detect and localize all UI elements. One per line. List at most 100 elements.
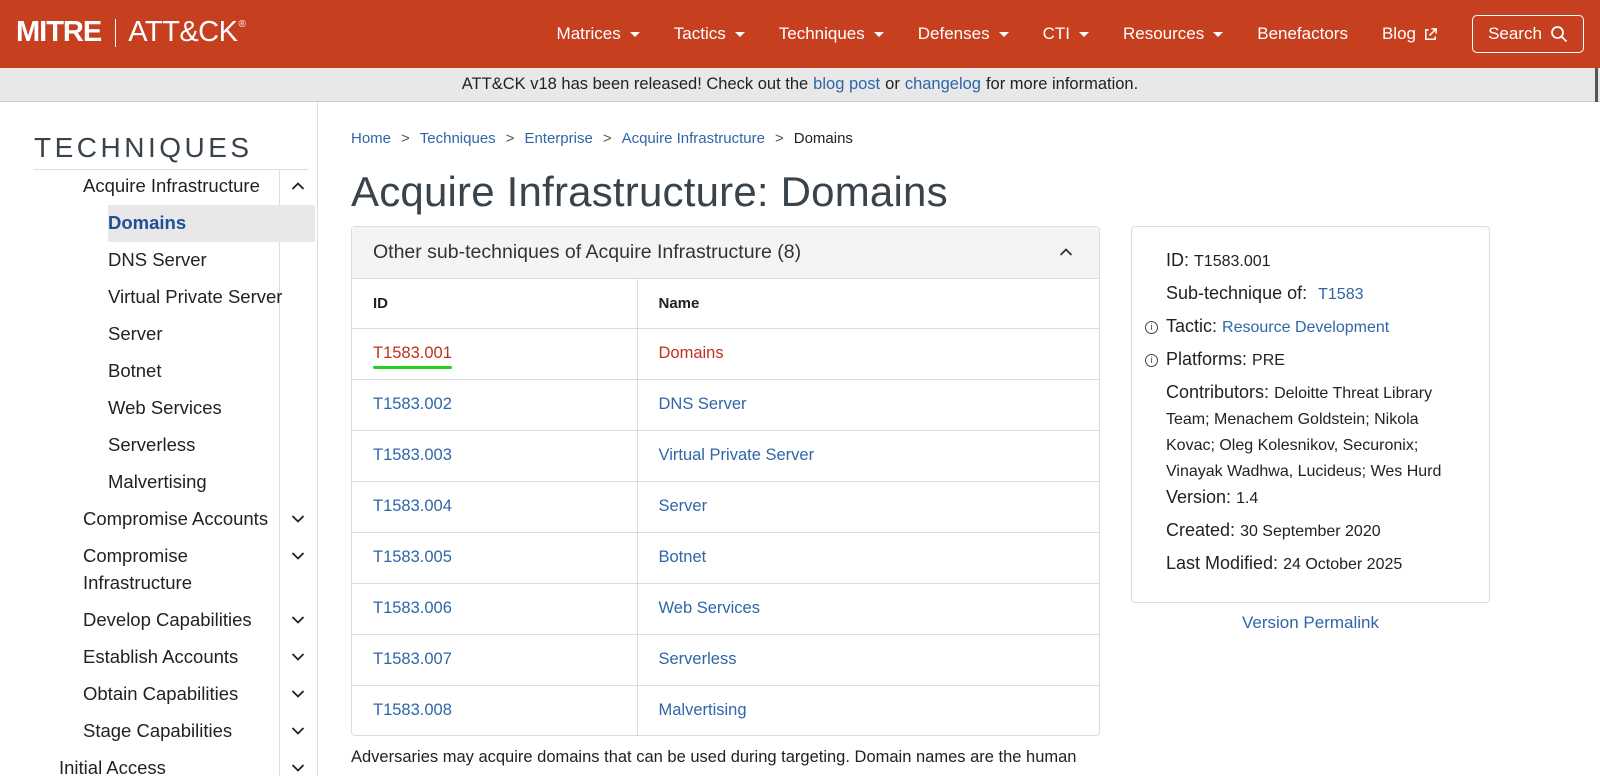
banner-text-prefix: ATT&CK v18 has been released! Check out … bbox=[461, 75, 809, 93]
subtechnique-id-link[interactable]: T1583.004 bbox=[373, 497, 452, 515]
caret-down-icon bbox=[1078, 31, 1089, 37]
banner-text-middle: or bbox=[885, 75, 900, 93]
info-id-label: ID: bbox=[1166, 250, 1190, 270]
subtechnique-name-link[interactable]: Serverless bbox=[659, 650, 737, 668]
logo-attck: ATT&CK bbox=[128, 16, 238, 48]
subtechnique-name-link[interactable]: DNS Server bbox=[659, 395, 747, 413]
logo-mitre: MITRE bbox=[16, 16, 102, 48]
chevron-down-icon[interactable] bbox=[291, 551, 305, 561]
nav-cti[interactable]: CTI bbox=[1043, 24, 1089, 44]
subtechnique-id-link[interactable]: T1583.007 bbox=[373, 650, 452, 668]
table-row: T1583.007 Serverless bbox=[352, 634, 1099, 686]
sidebar-subitem-server[interactable]: Server bbox=[108, 320, 163, 347]
chevron-up-icon[interactable] bbox=[1059, 247, 1073, 257]
sidebar-divider bbox=[34, 169, 308, 170]
sidebar-item-stage-capabilities[interactable]: Stage Capabilities bbox=[83, 717, 232, 744]
subtechnique-name-link[interactable]: Web Services bbox=[659, 599, 760, 617]
sidebar-subitem-domains[interactable]: Domains bbox=[108, 209, 186, 236]
cell-name: Server bbox=[637, 481, 1099, 533]
cell-name: Virtual Private Server bbox=[637, 430, 1099, 482]
subtechnique-name-link[interactable]: Malvertising bbox=[659, 701, 747, 719]
info-modified-label: Last Modified: bbox=[1166, 553, 1279, 573]
breadcrumb-separator: > bbox=[505, 130, 515, 147]
version-permalink-container: Version Permalink bbox=[1131, 613, 1490, 633]
breadcrumb-acquire-infrastructure[interactable]: Acquire Infrastructure bbox=[622, 130, 765, 147]
chevron-down-icon[interactable] bbox=[291, 615, 305, 625]
breadcrumb-enterprise[interactable]: Enterprise bbox=[524, 130, 592, 147]
chevron-down-icon[interactable] bbox=[291, 763, 305, 773]
sidebar-item-initial-access[interactable]: Initial Access bbox=[59, 754, 166, 776]
sidebar-item-compromise-infrastructure[interactable]: Compromise Infrastructure bbox=[83, 542, 192, 596]
nav-tactics[interactable]: Tactics bbox=[674, 24, 745, 44]
banner-changelog-link[interactable]: changelog bbox=[905, 75, 981, 94]
nav-label: Blog bbox=[1381, 24, 1416, 43]
breadcrumb-techniques[interactable]: Techniques bbox=[420, 130, 496, 147]
subtechnique-id-link[interactable]: T1583.002 bbox=[373, 395, 452, 413]
info-circle-icon[interactable]: i bbox=[1145, 354, 1158, 367]
subtechniques-card-title: Other sub-techniques of Acquire Infrastr… bbox=[373, 241, 802, 263]
sidebar-item-develop-capabilities[interactable]: Develop Capabilities bbox=[83, 606, 252, 633]
info-subtechnique-of: Sub-technique of: T1583 bbox=[1166, 281, 1364, 307]
search-button[interactable]: Search bbox=[1472, 15, 1584, 53]
info-tactic-label: Tactic: bbox=[1166, 316, 1218, 336]
mitre-attck-logo[interactable]: MITRE ATT&CK ® bbox=[16, 16, 246, 49]
subtechniques-card-header[interactable]: Other sub-techniques of Acquire Infrastr… bbox=[352, 227, 1099, 279]
breadcrumb-separator: > bbox=[774, 130, 784, 147]
logo-divider bbox=[115, 18, 117, 47]
info-platforms: i Platforms: PRE bbox=[1145, 347, 1285, 373]
chevron-up-icon[interactable] bbox=[291, 181, 305, 191]
cell-id: T1583.001 bbox=[352, 328, 638, 380]
info-tactic-link[interactable]: Resource Development bbox=[1222, 319, 1389, 336]
subtechnique-name-link[interactable]: Botnet bbox=[659, 548, 707, 566]
sidebar-subitem-dns-server[interactable]: DNS Server bbox=[108, 246, 207, 273]
subtechnique-name-link[interactable]: Virtual Private Server bbox=[659, 446, 815, 464]
chevron-down-icon[interactable] bbox=[291, 689, 305, 699]
info-version-label: Version: bbox=[1166, 487, 1232, 507]
version-permalink-link[interactable]: Version Permalink bbox=[1242, 613, 1379, 632]
subtechnique-id-link[interactable]: T1583.006 bbox=[373, 599, 452, 617]
info-sub-link[interactable]: T1583 bbox=[1318, 286, 1363, 303]
technique-description: Adversaries may acquire domains that can… bbox=[351, 748, 1077, 766]
sidebar-item-compromise-accounts[interactable]: Compromise Accounts bbox=[83, 505, 268, 532]
sidebar-item-obtain-capabilities[interactable]: Obtain Capabilities bbox=[83, 680, 238, 707]
nav-resources[interactable]: Resources bbox=[1122, 24, 1224, 44]
breadcrumb-home[interactable]: Home bbox=[351, 130, 391, 147]
caret-down-icon bbox=[873, 31, 884, 37]
caret-down-icon bbox=[1213, 31, 1224, 37]
info-circle-icon[interactable]: i bbox=[1145, 321, 1158, 334]
info-platforms-label: Platforms: bbox=[1166, 349, 1248, 369]
cell-name: Malvertising bbox=[637, 685, 1099, 736]
nav-benefactors[interactable]: Benefactors bbox=[1257, 24, 1348, 44]
subtechnique-id-link[interactable]: T1583.003 bbox=[373, 446, 452, 464]
nav-label: Resources bbox=[1122, 24, 1205, 43]
nav-defenses[interactable]: Defenses bbox=[918, 24, 1009, 44]
nav-techniques[interactable]: Techniques bbox=[779, 24, 884, 44]
sidebar-subitem-virtual-private-server[interactable]: Virtual Private Server bbox=[108, 283, 282, 310]
chevron-down-icon[interactable] bbox=[291, 726, 305, 736]
nav-label: Techniques bbox=[778, 24, 865, 43]
banner-blog-post-link[interactable]: blog post bbox=[813, 75, 880, 94]
table-row: T1583.006 Web Services bbox=[352, 583, 1099, 635]
subtechnique-id-link[interactable]: T1583.008 bbox=[373, 701, 452, 719]
chevron-down-icon[interactable] bbox=[291, 652, 305, 662]
sidebar-subitem-serverless[interactable]: Serverless bbox=[108, 431, 195, 458]
subtechnique-name-link[interactable]: Domains bbox=[659, 344, 724, 362]
nav-menu: Matrices Tactics Techniques Defenses CTI… bbox=[557, 0, 1600, 68]
sidebar-subitem-malvertising[interactable]: Malvertising bbox=[108, 468, 207, 495]
table-row: T1583.001 Domains bbox=[352, 328, 1099, 380]
sidebar-subitem-web-services[interactable]: Web Services bbox=[108, 394, 222, 421]
nav-label: Matrices bbox=[556, 24, 621, 43]
sidebar-item-establish-accounts[interactable]: Establish Accounts bbox=[83, 643, 238, 670]
nav-matrices[interactable]: Matrices bbox=[557, 24, 640, 44]
info-id: ID: T1583.001 bbox=[1166, 248, 1271, 274]
caret-down-icon bbox=[629, 31, 640, 37]
sidebar-subitem-botnet[interactable]: Botnet bbox=[108, 357, 162, 384]
page-scrollbar[interactable] bbox=[1595, 68, 1598, 102]
subtechnique-name-link[interactable]: Server bbox=[659, 497, 708, 515]
info-id-value: T1583.001 bbox=[1194, 253, 1271, 270]
sidebar-item-acquire-infrastructure[interactable]: Acquire Infrastructure bbox=[83, 172, 260, 199]
subtechnique-id-link[interactable]: T1583.005 bbox=[373, 548, 452, 566]
subtechnique-id-link[interactable]: T1583.001 bbox=[373, 344, 452, 369]
chevron-down-icon[interactable] bbox=[291, 514, 305, 524]
nav-blog[interactable]: Blog bbox=[1382, 24, 1438, 44]
